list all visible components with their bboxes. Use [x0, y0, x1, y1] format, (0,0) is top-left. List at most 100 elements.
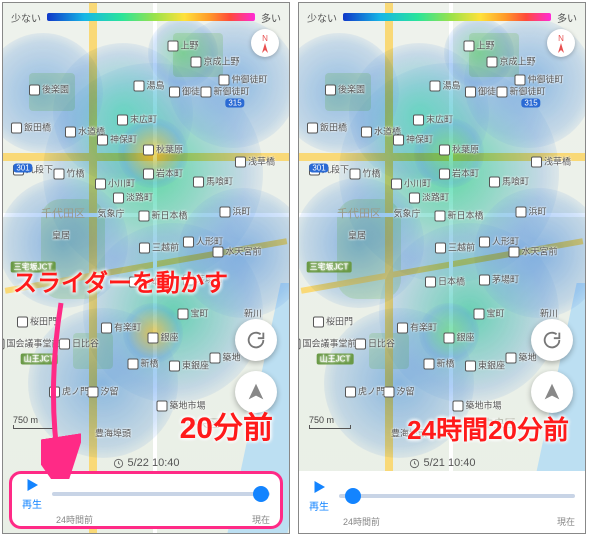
place-label: 馬喰町: [193, 174, 233, 187]
place-label: 三越前: [435, 240, 475, 253]
compass-needle-icon: [260, 43, 270, 53]
place-label: 汐留: [87, 384, 118, 397]
place-label: 皇居: [52, 229, 70, 242]
place-label: 三宅坂JCT: [307, 262, 352, 273]
place-label: 皇居: [348, 229, 366, 242]
place-label: 竹橋: [349, 166, 380, 179]
place-label: 浅草橋: [235, 154, 275, 167]
refresh-icon: [541, 329, 563, 351]
route-shield: 301: [13, 164, 32, 173]
place-label: 神保町: [97, 132, 137, 145]
play-button[interactable]: 再生: [309, 478, 329, 513]
place-label: 国会議事堂前: [298, 336, 357, 349]
route-shield: 315: [521, 99, 540, 108]
place-label: 新川: [244, 307, 262, 320]
slider-end-label: 現在: [252, 513, 270, 526]
place-label: 銀座: [147, 330, 178, 343]
compass-button[interactable]: N: [547, 29, 575, 57]
right-pane: 上野京成上野後楽園湯島御徒町新御徒町末広町仲御徒町飯田橋水道橋神保町秋葉原浅草橋…: [298, 2, 586, 534]
locate-icon: [541, 381, 563, 403]
place-label: 築地: [505, 350, 536, 363]
place-label: 仲御徒町: [514, 72, 563, 85]
place-label: 湯島: [133, 78, 164, 91]
place-label: 有楽町: [101, 320, 141, 333]
place-label: 三越前: [139, 240, 179, 253]
time-slider[interactable]: [339, 486, 575, 506]
route-shield: 315: [225, 99, 244, 108]
place-label: 竹橋: [53, 166, 84, 179]
legend-gradient: [47, 13, 255, 21]
locate-button[interactable]: [531, 371, 573, 413]
place-label: 馬喰町: [489, 174, 529, 187]
place-label: 神保町: [393, 132, 433, 145]
slider-start-label: 24時間前: [343, 515, 380, 528]
place-label: 気象庁: [97, 207, 124, 220]
place-label: 銀座: [443, 330, 474, 343]
place-label: 山王JCT: [317, 354, 354, 365]
density-legend: 少ない 多い: [307, 9, 577, 25]
place-label: 末広町: [117, 112, 157, 125]
place-label: 淡路町: [113, 190, 153, 203]
place-label: 汐留: [383, 384, 414, 397]
place-label: 浜町: [515, 204, 546, 217]
compass-letter: N: [262, 34, 268, 43]
annotation-title: スライダーを動かす: [13, 263, 228, 298]
place-label: 桜田門: [313, 314, 353, 327]
place-label: 岩本町: [439, 166, 479, 179]
route-shield: 301: [309, 164, 328, 173]
place-label: 末広町: [413, 112, 453, 125]
place-label: 宝町: [473, 306, 504, 319]
legend-high: 多い: [261, 10, 281, 25]
place-label: 後楽園: [325, 82, 365, 95]
place-label: 新川: [540, 307, 558, 320]
scale-bar: 750 m: [309, 415, 351, 429]
place-label: 新御徒町: [200, 84, 249, 97]
compass-needle-icon: [556, 43, 566, 53]
legend-high: 多い: [557, 10, 577, 25]
legend-low: 少ない: [307, 10, 337, 25]
left-pane: 上野京成上野後楽園湯島御徒町新御徒町末広町仲御徒町飯田橋水道橋神保町秋葉原浅草橋…: [2, 2, 290, 534]
place-label: 飯田橋: [11, 120, 51, 133]
place-label: 新橋: [127, 356, 158, 369]
annotation-time: 20分前: [180, 403, 273, 447]
slider-knob[interactable]: [253, 486, 269, 502]
place-label: 宝町: [177, 306, 208, 319]
refresh-icon: [245, 329, 267, 351]
timestamp: 5/21 10:40: [299, 457, 585, 469]
place-label: 新日本橋: [138, 208, 187, 221]
refresh-button[interactable]: [531, 319, 573, 361]
slider-start-label: 24時間前: [56, 513, 93, 526]
compass-button[interactable]: N: [251, 29, 279, 57]
place-label: 虎ノ門: [345, 384, 385, 397]
time-slider-panel: 再生 24時間前 現在: [9, 471, 283, 529]
place-label: 小川町: [391, 176, 431, 189]
play-icon: [310, 478, 328, 496]
place-label: 秋葉原: [439, 142, 479, 155]
place-label: 豊海埠頭: [95, 427, 131, 440]
time-slider[interactable]: [52, 484, 270, 504]
time-slider-panel: 再生 24時間前 現在: [299, 471, 585, 533]
place-label: 新橋: [423, 356, 454, 369]
clock-icon: [409, 458, 420, 469]
compass-letter: N: [558, 34, 564, 43]
place-label: 湯島: [429, 78, 460, 91]
density-legend: 少ない 多い: [11, 9, 281, 25]
arrow-icon: [41, 299, 81, 479]
refresh-button[interactable]: [235, 319, 277, 361]
place-label: 浜町: [219, 204, 250, 217]
place-label: 有楽町: [397, 320, 437, 333]
place-label: 日本橋: [425, 274, 465, 287]
slider-knob[interactable]: [345, 488, 361, 504]
place-label: 日比谷: [355, 336, 395, 349]
play-button[interactable]: 再生: [22, 476, 42, 511]
place-label: 茅場町: [479, 272, 519, 285]
place-label: 新日本橋: [434, 208, 483, 221]
slider-end-label: 現在: [557, 515, 575, 528]
ward-label: 千代田区: [337, 205, 381, 221]
legend-gradient: [343, 13, 551, 21]
place-label: 仲御徒町: [218, 72, 267, 85]
place-label: 上野: [167, 38, 198, 51]
play-label: 再生: [22, 496, 42, 511]
legend-low: 少ない: [11, 10, 41, 25]
place-label: 小川町: [95, 176, 135, 189]
